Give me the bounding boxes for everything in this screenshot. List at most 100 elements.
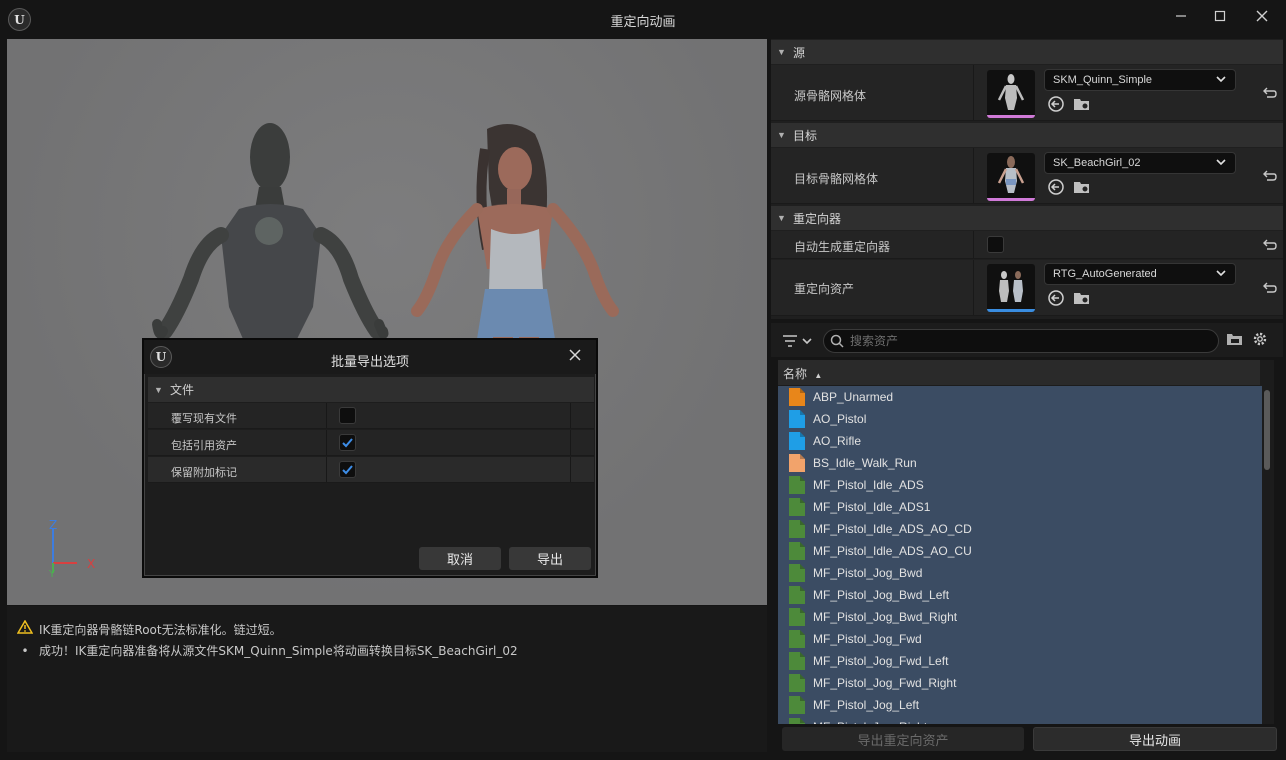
list-item[interactable]: MF_Pistol_Jog_Right xyxy=(778,716,1262,724)
keep-tags-row: 保留附加标记 xyxy=(148,457,594,483)
asset-file-icon xyxy=(789,542,805,560)
asset-file-icon xyxy=(789,498,805,516)
scrollbar-thumb[interactable] xyxy=(1264,390,1270,470)
maximize-icon xyxy=(1214,10,1226,22)
retarget-asset-thumbnail[interactable] xyxy=(987,264,1035,312)
export-button[interactable]: 导出 xyxy=(509,547,591,570)
keep-tags-label: 保留附加标记 xyxy=(171,467,237,479)
maximize-button[interactable] xyxy=(1205,4,1235,28)
list-item[interactable]: MF_Pistol_Jog_Bwd_Right xyxy=(778,606,1262,628)
divider xyxy=(973,231,974,258)
target-mesh-dropdown[interactable]: SK_BeachGirl_02 xyxy=(1044,152,1236,174)
divider xyxy=(326,403,327,428)
list-item[interactable]: MF_Pistol_Idle_ADS xyxy=(778,474,1262,496)
close-icon xyxy=(1256,10,1268,22)
asset-file-icon xyxy=(789,564,805,582)
asset-name: MF_Pistol_Jog_Fwd_Right xyxy=(813,676,957,690)
list-item[interactable]: MF_Pistol_Idle_ADS_AO_CD xyxy=(778,518,1262,540)
section-source[interactable]: ▼ 源 xyxy=(771,40,1283,64)
gear-icon[interactable] xyxy=(1251,330,1269,348)
source-mesh-row: 源骨骼网格体 SKM_Quinn_Simple xyxy=(771,65,1283,121)
minimize-button[interactable] xyxy=(1166,4,1196,28)
list-item[interactable]: BS_Idle_Walk_Run xyxy=(778,452,1262,474)
asset-name: BS_Idle_Walk_Run xyxy=(813,456,917,470)
dialog-section-title: 文件 xyxy=(170,383,195,397)
auto-generate-checkbox[interactable] xyxy=(987,236,1004,253)
include-referenced-label: 包括引用资产 xyxy=(171,440,237,452)
scrollbar[interactable] xyxy=(1263,386,1271,724)
use-selected-asset-icon[interactable] xyxy=(1047,289,1065,307)
overwrite-files-checkbox[interactable] xyxy=(339,407,356,424)
list-item[interactable]: AO_Rifle xyxy=(778,430,1262,452)
output-log: IK重定向器骨骼链Root无法标准化。链过短。 • 成功！IK重定向器准备将从源文… xyxy=(7,606,767,752)
details-panel: ▼ 源 源骨骼网格体 SKM_Quinn_Simple ▼ 目标 目标骨骼网格体 S… xyxy=(771,39,1283,319)
list-item[interactable]: MF_Pistol_Jog_Bwd xyxy=(778,562,1262,584)
asset-name: AO_Pistol xyxy=(813,412,867,426)
asset-file-icon xyxy=(789,432,805,450)
section-target[interactable]: ▼ 目标 xyxy=(771,123,1283,147)
retargeter-thumbnail-icon xyxy=(999,271,1023,302)
asset-browser-toolbar xyxy=(771,323,1283,357)
axis-x-label: X xyxy=(87,557,95,571)
reset-to-default-icon[interactable] xyxy=(1261,168,1277,184)
asset-name: MF_Pistol_Idle_ADS_AO_CU xyxy=(813,544,972,558)
search-box[interactable] xyxy=(823,329,1219,353)
asset-file-icon xyxy=(789,520,805,538)
close-window-button[interactable] xyxy=(1247,4,1277,28)
list-item[interactable]: MF_Pistol_Idle_ADS_AO_CU xyxy=(778,540,1262,562)
title-bar: U 重定向动画 xyxy=(0,0,1286,38)
target-mesh-thumbnail[interactable] xyxy=(987,153,1035,201)
asset-name: MF_Pistol_Jog_Right xyxy=(813,720,927,724)
reset-to-default-icon[interactable] xyxy=(1261,85,1277,101)
list-item[interactable]: MF_Pistol_Idle_ADS1 xyxy=(778,496,1262,518)
source-mesh-thumbnail[interactable] xyxy=(987,70,1035,118)
export-retarget-asset-button[interactable]: 导出重定向资产 xyxy=(782,727,1024,751)
collapse-arrow-icon: ▼ xyxy=(777,130,786,140)
keep-tags-checkbox[interactable] xyxy=(339,461,356,478)
browse-asset-icon[interactable] xyxy=(1073,289,1091,307)
thumbnail-accent-bar xyxy=(987,309,1035,312)
reset-to-default-icon[interactable] xyxy=(1261,237,1277,253)
asset-name: MF_Pistol_Jog_Fwd_Left xyxy=(813,654,949,668)
chevron-down-icon xyxy=(1216,270,1226,277)
asset-list-body: ABP_Unarmed AO_Pistol AO_Rifle BS_Idle_Walk… xyxy=(778,386,1262,724)
cancel-button[interactable]: 取消 xyxy=(419,547,501,570)
browse-asset-icon[interactable] xyxy=(1073,95,1091,113)
list-item[interactable]: ABP_Unarmed xyxy=(778,386,1262,408)
include-referenced-checkbox[interactable] xyxy=(339,434,356,451)
asset-name: MF_Pistol_Jog_Bwd_Right xyxy=(813,610,958,624)
export-animation-button[interactable]: 导出动画 xyxy=(1033,727,1277,751)
dialog-section-files[interactable]: ▼ 文件 xyxy=(148,377,594,402)
asset-name: MF_Pistol_Jog_Left xyxy=(813,698,920,712)
collapse-arrow-icon: ▼ xyxy=(154,384,163,395)
list-item[interactable]: MF_Pistol_Jog_Fwd_Right xyxy=(778,672,1262,694)
column-header-name[interactable]: 名称 ▲ xyxy=(778,360,1260,385)
source-mesh-dropdown[interactable]: SKM_Quinn_Simple xyxy=(1044,69,1236,91)
browse-asset-icon[interactable] xyxy=(1073,178,1091,196)
asset-name: AO_Rifle xyxy=(813,434,862,448)
section-retargeter[interactable]: ▼ 重定向器 xyxy=(771,206,1283,230)
close-icon[interactable] xyxy=(566,346,584,364)
use-selected-asset-icon[interactable] xyxy=(1047,178,1065,196)
asset-file-icon xyxy=(789,630,805,648)
filter-icon[interactable] xyxy=(781,331,817,351)
list-item[interactable]: MF_Pistol_Jog_Fwd xyxy=(778,628,1262,650)
list-item[interactable]: MF_Pistol_Jog_Bwd_Left xyxy=(778,584,1262,606)
collapse-arrow-icon: ▼ xyxy=(777,213,786,223)
use-selected-asset-icon[interactable] xyxy=(1047,95,1065,113)
source-mesh-value: SKM_Quinn_Simple xyxy=(1053,74,1153,86)
retarget-asset-dropdown[interactable]: RTG_AutoGenerated xyxy=(1044,263,1236,285)
column-name-label: 名称 xyxy=(783,367,808,381)
reset-to-default-icon[interactable] xyxy=(1261,280,1277,296)
list-item[interactable]: AO_Pistol xyxy=(778,408,1262,430)
folder-icon[interactable] xyxy=(1226,331,1244,347)
divider xyxy=(973,65,974,120)
log-warning-line: IK重定向器骨骼链Root无法标准化。链过短。 xyxy=(17,620,282,638)
list-item[interactable]: MF_Pistol_Jog_Left xyxy=(778,694,1262,716)
search-input[interactable] xyxy=(850,333,1210,349)
auto-generate-label: 自动生成重定向器 xyxy=(794,240,891,254)
chevron-down-icon xyxy=(1216,159,1226,166)
minimize-icon xyxy=(1176,15,1186,17)
include-referenced-row: 包括引用资产 xyxy=(148,430,594,456)
list-item[interactable]: MF_Pistol_Jog_Fwd_Left xyxy=(778,650,1262,672)
